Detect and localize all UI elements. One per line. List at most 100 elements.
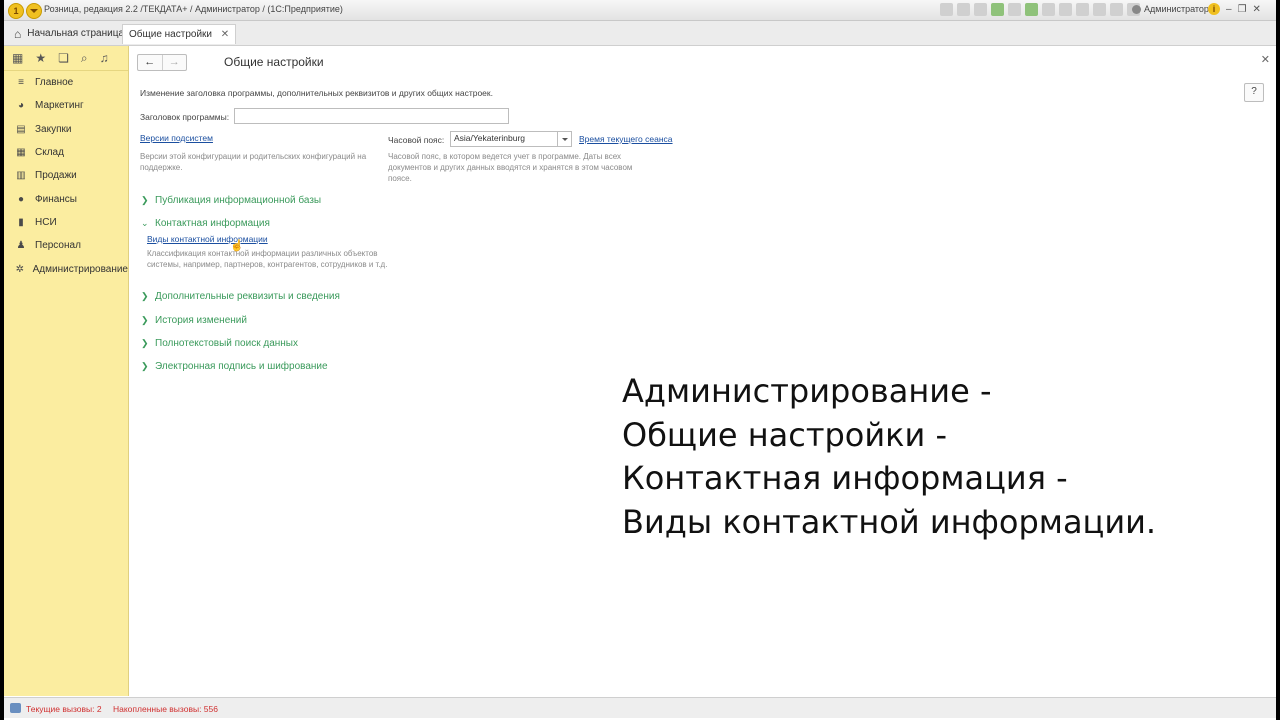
group-digital-signature[interactable]: ❯ Электронная подпись и шифрование: [141, 361, 328, 372]
user-name: Администратор: [1144, 4, 1209, 14]
sidebar-item-sales[interactable]: ▥ Продажи: [4, 164, 128, 187]
sidebar-item-nsi[interactable]: ▮ НСИ: [4, 211, 128, 234]
group-publication[interactable]: ❯ Публикация информационной базы: [141, 195, 321, 206]
page-title: Общие настройки: [224, 55, 324, 69]
toolbar-icon[interactable]: [1008, 3, 1021, 16]
search-icon[interactable]: [1110, 3, 1123, 16]
star-icon[interactable]: ★: [35, 51, 46, 65]
sidebar-item-label: Склад: [35, 147, 64, 159]
group-label: Электронная подпись и шифрование: [155, 361, 328, 372]
chevron-right-icon: ❯: [141, 338, 149, 348]
session-time-link[interactable]: Время текущего сеанса: [579, 134, 673, 144]
sidebar: ▦ ★ ❏ ⌕ ♫ ≡ Главное ◕ Маркетинг ▤ Закупки ▦…: [4, 46, 129, 696]
user-menu[interactable]: Администратор: [1132, 4, 1209, 14]
main-menu-icon[interactable]: [26, 3, 42, 19]
sidebar-item-marketing[interactable]: ◕ Маркетинг: [4, 94, 128, 117]
sidebar-item-warehouse[interactable]: ▦ Склад: [4, 141, 128, 164]
person-icon: ♟: [16, 240, 26, 252]
tab-bar: ⌂ Начальная страница Общие настройки ✕: [4, 21, 1276, 46]
user-icon: [1132, 4, 1141, 14]
sidebar-item-label: Администрирование: [32, 263, 128, 275]
group-label: Полнотекстовый поиск данных: [155, 338, 298, 349]
tab-home-label: Начальная страница: [27, 28, 125, 39]
group-contact-info[interactable]: ⌄ Контактная информация: [141, 218, 270, 229]
program-title-input[interactable]: [234, 108, 509, 124]
caption-line: Виды контактной информации.: [622, 502, 1157, 541]
info-icon[interactable]: i: [1208, 3, 1220, 15]
close-tab-icon[interactable]: ✕: [221, 29, 229, 40]
sidebar-item-purchases[interactable]: ▤ Закупки: [4, 118, 128, 141]
chevron-right-icon: ❯: [141, 195, 149, 205]
history-icon[interactable]: ❏: [58, 51, 69, 65]
page-description: Изменение заголовка программы, дополните…: [140, 88, 493, 98]
sidebar-item-administration[interactable]: ✲ Администрирование: [4, 257, 128, 280]
program-title-label: Заголовок программы:: [140, 112, 230, 122]
search-icon[interactable]: ⌕: [81, 51, 88, 66]
toolbar-icon[interactable]: [957, 3, 970, 16]
forward-button[interactable]: →: [161, 55, 187, 70]
toolbar-icon[interactable]: [974, 3, 987, 16]
sidebar-item-label: Главное: [35, 77, 74, 89]
purchase-icon: ▤: [16, 123, 26, 135]
timezone-hint: Часовой пояс, в котором ведется учет в п…: [388, 152, 633, 183]
timezone-select[interactable]: Asia/Yekaterinburg: [450, 131, 572, 147]
chevron-down-icon: ⌄: [141, 218, 149, 228]
group-additional-attributes[interactable]: ❯ Дополнительные реквизиты и сведения: [141, 291, 340, 302]
grid-icon[interactable]: ▦: [12, 51, 23, 65]
restore-button[interactable]: ❐: [1238, 4, 1247, 15]
subsystem-versions-link[interactable]: Версии подсистем: [140, 133, 213, 143]
toolbar-icon[interactable]: [1059, 3, 1072, 16]
window-controls: i – ❐ ✕: [1208, 3, 1261, 15]
toolbar-icon[interactable]: [1042, 3, 1055, 16]
bell-icon[interactable]: ♫: [100, 51, 109, 65]
toolbar-icons: [940, 3, 1140, 16]
toolbar-icon[interactable]: [1076, 3, 1089, 16]
menu-icon: ≡: [18, 77, 24, 89]
chevron-down-icon[interactable]: [557, 132, 571, 146]
pie-chart-icon: ◕: [17, 100, 25, 112]
timezone-label: Часовой пояс:: [388, 135, 445, 145]
app-logo-icon[interactable]: 1: [8, 3, 24, 19]
server-calls-icon[interactable]: [10, 703, 21, 713]
toolbar-icon[interactable]: [940, 3, 953, 16]
chevron-right-icon: ❯: [141, 291, 149, 301]
timezone-value: Asia/Yekaterinburg: [454, 133, 526, 143]
accumulated-calls: Накопленные вызовы: 556: [113, 704, 218, 714]
sidebar-item-label: Закупки: [35, 123, 72, 135]
coin-icon: ●: [17, 193, 25, 205]
sidebar-item-label: НСИ: [35, 216, 57, 228]
chevron-right-icon: ❯: [141, 315, 149, 325]
contact-info-hint: Классификация контактной информации разл…: [147, 249, 388, 269]
minimize-button[interactable]: –: [1226, 4, 1232, 15]
tab-home[interactable]: ⌂ Начальная страница: [8, 24, 130, 44]
app-window: 1 Розница, редакция 2.2 /ТЕКДАТА+ / Адми…: [4, 0, 1276, 720]
help-button[interactable]: ?: [1244, 83, 1264, 102]
sidebar-toolbar: ▦ ★ ❏ ⌕ ♫: [4, 46, 128, 71]
caption-line: Общие настройки -: [622, 415, 948, 454]
close-window-button[interactable]: ✕: [1253, 4, 1261, 15]
window-title: Розница, редакция 2.2 /ТЕКДАТА+ / Админи…: [44, 4, 343, 14]
sidebar-item-personnel[interactable]: ♟ Персонал: [4, 234, 128, 257]
caption-line: Администрирование -: [622, 372, 992, 410]
sidebar-item-finance[interactable]: ● Финансы: [4, 187, 128, 210]
tab-general-settings-label: Общие настройки: [129, 29, 212, 40]
back-button[interactable]: ←: [138, 55, 162, 70]
sidebar-item-main[interactable]: ≡ Главное: [4, 71, 128, 94]
nav-buttons: ← →: [137, 54, 187, 71]
close-form-icon[interactable]: ✕: [1261, 53, 1270, 66]
sidebar-item-label: Маркетинг: [35, 100, 84, 112]
gear-icon: ✲: [15, 263, 25, 275]
group-change-history[interactable]: ❯ История изменений: [141, 315, 247, 326]
warehouse-icon: ▦: [16, 147, 26, 159]
toolbar-icon[interactable]: [1025, 3, 1038, 16]
group-label: Контактная информация: [155, 218, 270, 229]
current-calls: Текущие вызовы: 2: [26, 704, 102, 714]
tab-general-settings[interactable]: Общие настройки ✕: [122, 24, 237, 44]
toolbar-icon[interactable]: [1093, 3, 1106, 16]
book-icon: ▮: [18, 216, 24, 228]
toolbar-icon[interactable]: [991, 3, 1004, 16]
contact-info-kinds-link[interactable]: Виды контактной информации: [147, 234, 268, 244]
chevron-right-icon: ❯: [141, 361, 149, 371]
group-label: История изменений: [155, 315, 247, 326]
group-fulltext-search[interactable]: ❯ Полнотекстовый поиск данных: [141, 338, 298, 349]
